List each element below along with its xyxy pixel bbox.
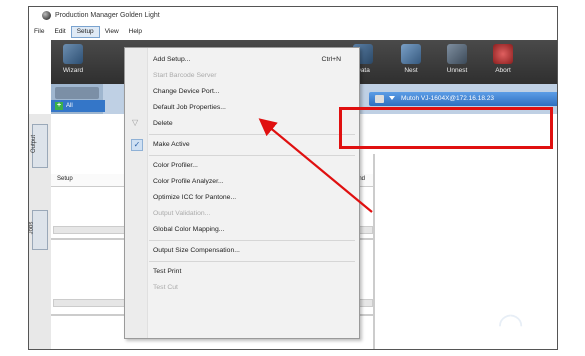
menu-edit[interactable]: Edit [49, 27, 70, 37]
menu-setup[interactable]: Setup [70, 25, 100, 38]
wizard-button[interactable]: Wizard [51, 40, 95, 84]
unnest-label: Unnest [446, 67, 468, 74]
left-sidebar: Output Jobs [29, 114, 51, 349]
device-tab[interactable]: Mutoh VJ-1604X@172.16.18.23 [369, 92, 557, 106]
tab-all[interactable]: + All [51, 100, 105, 112]
menu-item-default-job-properties[interactable]: Default Job Properties... [153, 102, 226, 114]
menu-view[interactable]: View [100, 27, 124, 37]
unnest-button[interactable]: Unnest [435, 40, 479, 84]
nest-label: Nest [404, 67, 418, 74]
wizard-icon [63, 44, 83, 64]
menu-item-test-cut: Test Cut [153, 284, 178, 291]
app-logo-icon [42, 10, 51, 20]
device-tab-label: Mutoh VJ-1604X@172.16.18.23 [401, 95, 494, 102]
menu-gutter [125, 48, 148, 338]
add-setup-shortcut: Ctrl+N [321, 56, 341, 63]
menu-file[interactable]: File [29, 27, 49, 37]
menu-item-test-print[interactable]: Test Print [153, 266, 181, 278]
menu-separator [149, 240, 355, 241]
menu-item-make-active[interactable]: Make Active [153, 139, 190, 151]
menu-separator [149, 134, 355, 135]
title-bar: Production Manager Golden Light [29, 7, 557, 23]
menu-item-delete[interactable]: Delete [153, 118, 173, 130]
abort-icon [493, 44, 513, 64]
abort-label: Abort [495, 67, 511, 74]
menu-bar: File Edit Setup View Help [29, 25, 557, 38]
checkmark-icon: ✓ [131, 139, 143, 151]
watermark-swirl-icon: ◜◝ [499, 308, 523, 341]
menu-item-start-barcode-server: Start Barcode Server [153, 72, 217, 79]
menu-separator [149, 155, 355, 156]
menu-item-change-device-port[interactable]: Change Device Port... [153, 86, 220, 98]
menu-item-color-profile-analyzer[interactable]: Color Profile Analyzer... [153, 176, 224, 188]
plus-icon[interactable]: + [55, 102, 63, 110]
tab-jobs-label: Jobs [28, 221, 35, 235]
menu-item-optimize-icc[interactable]: Optimize ICC for Pantone... [153, 192, 236, 204]
menu-item-global-color-mapping[interactable]: Global Color Mapping... [153, 224, 224, 236]
vertical-divider [373, 154, 375, 349]
chevron-down-icon[interactable] [389, 96, 395, 101]
tab-tools-icon[interactable] [55, 87, 99, 99]
tab-output[interactable]: Output [31, 124, 48, 168]
tab-jobs[interactable]: Jobs [29, 210, 48, 250]
tab-all-label: All [66, 103, 73, 109]
setup-menu-dropdown: Add Setup... Ctrl+N Start Barcode Server… [124, 47, 360, 339]
window-title: Production Manager Golden Light [55, 11, 160, 19]
app-window: Production Manager Golden Light File Edi… [28, 6, 558, 350]
menu-item-output-validation: Output Validation... [153, 210, 211, 217]
menu-item-add-setup[interactable]: Add Setup... [153, 54, 190, 66]
abort-button[interactable]: Abort [481, 40, 525, 84]
wizard-label: Wizard [62, 67, 84, 74]
menu-separator [149, 261, 355, 262]
setup-column-header[interactable]: Setup [57, 176, 73, 182]
filter-icon: ▽ [132, 118, 139, 127]
tab-output-label: Output [31, 134, 38, 154]
nest-icon [401, 44, 421, 64]
unnest-icon [447, 44, 467, 64]
nest-button[interactable]: Nest [389, 40, 433, 84]
menu-item-output-size-compensation[interactable]: Output Size Compensation... [153, 245, 240, 257]
menu-item-color-profiler[interactable]: Color Profiler... [153, 160, 198, 172]
printer-icon [375, 95, 384, 103]
menu-help[interactable]: Help [124, 27, 147, 37]
annotation-highlight-box [339, 107, 553, 149]
